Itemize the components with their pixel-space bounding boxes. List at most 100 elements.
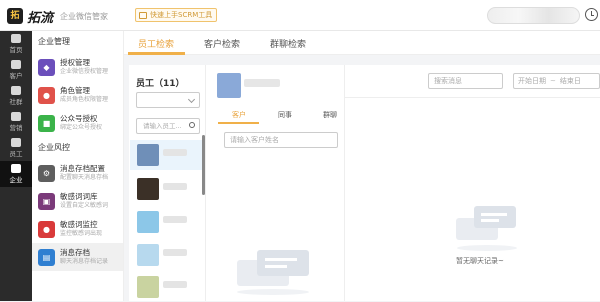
nav-group[interactable]: 社群 [0,83,32,109]
top-bar: 拓 拓流 企业微信管家 快速上手SCRM工具 [0,0,600,31]
enterprise-icon [11,164,21,173]
tab-customer-search[interactable]: 客户检索 [204,37,240,50]
nav-label: 营销 [9,124,23,132]
search-tabs: 员工检索 客户检索 群聊检索 [124,31,600,55]
enterprise-menu: 企业管理 ◆ 授权管理 企业微信授权管理 ● 角色管理 成员角色权限管理 ■ 公众号… [32,31,124,301]
date-end-placeholder: 结束日 [559,77,581,85]
book-icon [139,11,147,19]
subtab-groups[interactable]: 群聊 [323,110,337,120]
nav-label: 首页 [9,46,23,54]
employee-count-heading: 员工（11） [136,79,185,89]
menu-item-desc: 成员角色权限管理 [60,96,109,103]
date-range-picker[interactable]: 开始日期 ~ 结束日 [513,73,600,89]
menu-section-title: 企业管理 [38,37,70,46]
app-subtitle: 企业微信管家 [60,12,108,21]
shield-icon: ◆ [38,58,55,76]
employee-search-input[interactable]: 请输入员工... [136,118,200,134]
menu-item-title: 授权管理 [60,58,90,67]
date-separator: ~ [550,77,556,85]
menu-item-desc: 监控敏感词出现 [60,230,103,237]
nav-label: 社群 [9,98,23,106]
menu-item-desc: 绑定公众号授权 [60,124,103,131]
employee-name-redacted [163,183,187,190]
nav-enterprise[interactable]: 企业 [0,161,32,187]
search-icon [189,122,195,128]
employee-name-redacted [163,249,187,256]
menu-item-roles[interactable]: ● 角色管理 成员角色权限管理 [32,81,123,109]
selected-employee-name-redacted [244,79,280,87]
employee-list-item[interactable] [130,174,204,204]
quickstart-button[interactable]: 快速上手SCRM工具 [135,8,218,22]
logo-icon: 拓 [7,8,23,24]
tab-employee-search[interactable]: 员工检索 [138,37,174,50]
customer-search-input[interactable]: 请输入客户姓名 [224,132,338,148]
empty-chat-illustration [237,250,309,295]
active-subtab-indicator [218,122,259,124]
nav-marketing[interactable]: 营销 [0,109,32,135]
nav-home[interactable]: 首页 [0,31,32,57]
nav-staff[interactable]: 员工 [0,135,32,161]
monitor-icon: ● [38,220,55,238]
chevron-down-icon [187,95,196,104]
app-name: 拓流 [27,11,54,26]
menu-item-message-archive[interactable]: ▤ 消息存档 聊天消息存档记录 [32,243,123,271]
avatar [137,178,159,200]
employee-list-item[interactable] [130,140,204,170]
clock-icon[interactable] [585,8,598,21]
quickstart-label: 快速上手SCRM工具 [150,11,213,19]
empty-state-text: 暂无聊天记录~ [456,257,504,265]
menu-item-title: 消息存档 [60,248,90,257]
department-select[interactable] [136,92,200,108]
message-search-input[interactable]: 搜索消息 [428,73,503,89]
menu-item-archive-config[interactable]: ⚙ 消息存档配置 配置聊天消息存档 [32,159,123,187]
menu-item-official-account[interactable]: ■ 公众号授权 绑定公众号授权 [32,109,123,137]
avatar [217,73,241,98]
nav-label: 企业 [9,176,23,184]
menu-item-desc: 企业微信授权管理 [60,68,109,75]
employee-search-placeholder: 请输入员工... [143,122,182,130]
subtab-customers[interactable]: 客户 [232,110,246,120]
employee-name-redacted [163,149,187,156]
avatar [137,276,159,298]
employee-list-item[interactable] [130,272,204,302]
menu-item-desc: 设置自定义敏感词 [60,202,109,209]
menu-item-title: 角色管理 [60,86,90,95]
empty-chat-illustration [456,206,517,251]
menu-item-auth[interactable]: ◆ 授权管理 企业微信授权管理 [32,53,123,81]
employee-list-item[interactable] [130,207,204,237]
home-icon [11,34,21,43]
nav-customer[interactable]: 客户 [0,57,32,83]
header-divider [345,97,600,98]
employee-list-scrollbar[interactable] [202,135,205,195]
avatar [137,211,159,233]
tab-group-search[interactable]: 群聊检索 [270,37,306,50]
employee-list-item[interactable] [130,240,204,270]
menu-item-title: 消息存档配置 [60,164,105,173]
menu-item-sensitive-words[interactable]: ▣ 敏感词词库 设置自定义敏感词 [32,187,123,215]
menu-item-sensitive-monitor[interactable]: ● 敏感词监控 监控敏感词出现 [32,215,123,243]
subtab-colleagues[interactable]: 同事 [278,110,292,120]
nav-label: 员工 [9,150,23,158]
menu-item-title: 敏感词监控 [60,220,98,229]
user-account-menu[interactable] [487,7,580,24]
main-nav-rail: 首页 客户 社群 营销 员工 企业 [0,31,32,301]
role-icon: ● [38,86,55,104]
active-tab-indicator [128,52,185,55]
menu-item-title: 公众号授权 [60,114,98,123]
avatar [137,244,159,266]
gear-icon: ⚙ [38,164,55,182]
customer-icon [11,60,21,69]
menu-item-desc: 配置聊天消息存档 [60,174,109,181]
staff-icon [11,138,21,147]
panel-divider [344,65,345,301]
employee-name-redacted [163,216,187,223]
date-start-placeholder: 开始日期 [518,77,546,85]
menu-section-title: 企业风控 [38,143,70,152]
employee-name-redacted [163,281,187,288]
word-library-icon: ▣ [38,192,55,210]
menu-item-desc: 聊天消息存档记录 [60,258,109,265]
avatar [137,144,159,166]
nav-label: 客户 [9,72,23,80]
menu-item-title: 敏感词词库 [60,192,98,201]
marketing-icon [11,112,21,121]
